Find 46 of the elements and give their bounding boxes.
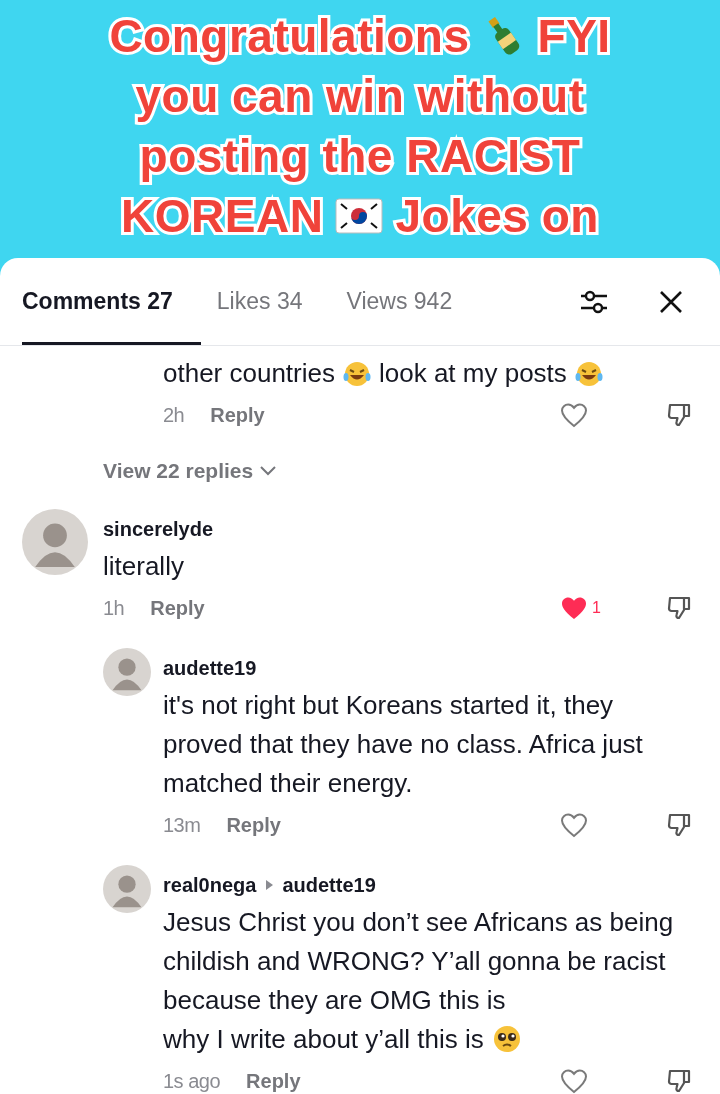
- avatar-icon: [22, 508, 88, 575]
- view-replies-link[interactable]: View 22 replies: [103, 455, 278, 487]
- reply-link[interactable]: Reply: [210, 400, 265, 430]
- dislike-icon: [666, 811, 692, 838]
- heart-icon: [560, 811, 588, 838]
- pleading-emoji-icon: [491, 1024, 522, 1054]
- avatar-icon: [103, 647, 151, 696]
- username[interactable]: sincerelyde: [103, 513, 214, 544]
- dislike-button[interactable]: [666, 1067, 692, 1094]
- caption-text: Jokes on: [395, 193, 599, 239]
- reply-link[interactable]: Reply: [246, 1065, 301, 1094]
- dislike-icon: [666, 402, 692, 428]
- chevron-icon: [259, 464, 278, 477]
- flag-icon: [335, 195, 384, 237]
- tab[interactable]: Views 942: [346, 258, 481, 345]
- like-count: 1: [592, 597, 601, 618]
- heart-icon: [560, 402, 588, 428]
- timestamp: 1h: [103, 595, 125, 621]
- comment-text: look at my posts: [379, 357, 567, 390]
- timestamp: 13m: [163, 812, 201, 838]
- triangle-icon: [264, 877, 275, 892]
- dislike-button[interactable]: [666, 594, 692, 621]
- timestamp: 1s ago: [163, 1068, 221, 1094]
- username[interactable]: audette19: [163, 652, 257, 683]
- dislike-button[interactable]: [666, 811, 692, 838]
- comment-text: other countries: [163, 357, 335, 390]
- caption-text: FYI: [537, 13, 611, 59]
- username[interactable]: audette19: [282, 869, 376, 900]
- laughing-emoji-icon: [343, 359, 371, 388]
- comment-text: it's not right but Koreans started it, they proved that they have no class. Africa just matched their energy.: [163, 688, 644, 800]
- caption-text: KOREAN: [121, 193, 324, 239]
- heart-icon: [560, 1067, 588, 1094]
- comment-text: literally: [103, 549, 184, 583]
- like-button[interactable]: 1: [560, 594, 630, 621]
- reply-link[interactable]: Reply: [150, 592, 205, 623]
- username[interactable]: real0nega: [163, 869, 257, 900]
- reply-link[interactable]: Reply: [226, 809, 281, 840]
- avatar-icon: [103, 864, 151, 913]
- dislike-icon: [666, 1067, 692, 1094]
- laughing-emoji-icon: [574, 359, 603, 388]
- dislike-icon: [666, 594, 692, 621]
- tab[interactable]: Likes 34: [216, 258, 331, 345]
- tab[interactable]: Comments 27: [22, 258, 201, 345]
- dislike-button[interactable]: [666, 402, 692, 428]
- comment-text: why I write about y’all this is: [163, 1022, 484, 1056]
- timestamp: 2h: [163, 403, 185, 428]
